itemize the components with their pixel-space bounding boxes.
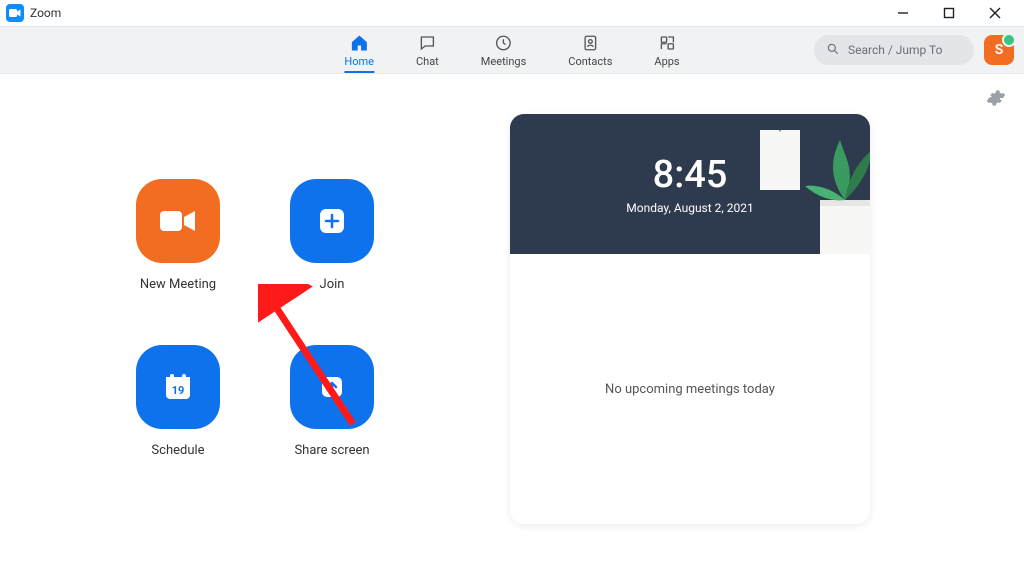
side-panel: 8:45 Monday, August 2, 2021 [510,74,1024,580]
action-label: Schedule [151,443,204,458]
action-label: New Meeting [140,277,216,292]
clock-date: Monday, August 2, 2021 [626,201,753,215]
window-title: Zoom [30,6,61,20]
tab-label: Home [344,55,374,68]
tab-contacts[interactable]: Contacts [564,27,616,73]
share-arrow-icon [290,345,374,429]
chat-icon [417,33,437,53]
svg-text:19: 19 [172,384,185,397]
apps-icon [657,33,677,53]
plus-icon [290,179,374,263]
tab-label: Meetings [481,55,526,68]
clock-icon [494,33,514,53]
video-icon [136,179,220,263]
plant-illustration-icon [760,130,870,254]
tab-label: Contacts [568,55,612,68]
clock-panel: 8:45 Monday, August 2, 2021 [510,114,870,254]
tab-chat[interactable]: Chat [412,27,443,73]
search-placeholder: Search / Jump To [848,43,942,57]
tab-label: Chat [416,55,439,68]
tab-meetings[interactable]: Meetings [477,27,530,73]
window-controls [880,0,1018,26]
close-button[interactable] [972,0,1018,26]
join-button[interactable]: Join [267,179,397,309]
nav-tabs: Home Chat Meetings Contacts Apps [340,27,683,73]
tab-apps[interactable]: Apps [650,27,683,73]
action-label: Share screen [294,443,369,458]
contacts-icon [580,33,600,53]
new-meeting-button[interactable]: New Meeting [113,179,243,309]
avatar-initial: S [995,42,1004,58]
clock-time: 8:45 [653,153,728,197]
tab-home[interactable]: Home [340,27,378,73]
action-label: Join [320,277,345,292]
avatar[interactable]: S [984,35,1014,65]
share-screen-button[interactable]: Share screen [267,345,397,475]
upcoming-body: No upcoming meetings today [510,254,870,524]
search-icon [826,42,840,59]
schedule-button[interactable]: 19 Schedule [113,345,243,475]
toolbar: Home Chat Meetings Contacts Apps [0,26,1024,74]
toolbar-right: Search / Jump To S [814,35,1024,65]
upcoming-card: 8:45 Monday, August 2, 2021 [510,114,870,524]
maximize-button[interactable] [926,0,972,26]
home-icon [349,33,369,53]
zoom-logo-icon [6,4,24,22]
titlebar-left: Zoom [6,4,61,22]
main: New Meeting Join 19 Schedule Share scree… [0,74,1024,580]
upcoming-empty-text: No upcoming meetings today [605,382,775,397]
calendar-icon: 19 [136,345,220,429]
home-actions: New Meeting Join 19 Schedule Share scree… [0,74,510,580]
tab-label: Apps [654,55,679,68]
titlebar: Zoom [0,0,1024,26]
minimize-button[interactable] [880,0,926,26]
search-input[interactable]: Search / Jump To [814,35,974,65]
gear-icon[interactable] [986,88,1006,112]
